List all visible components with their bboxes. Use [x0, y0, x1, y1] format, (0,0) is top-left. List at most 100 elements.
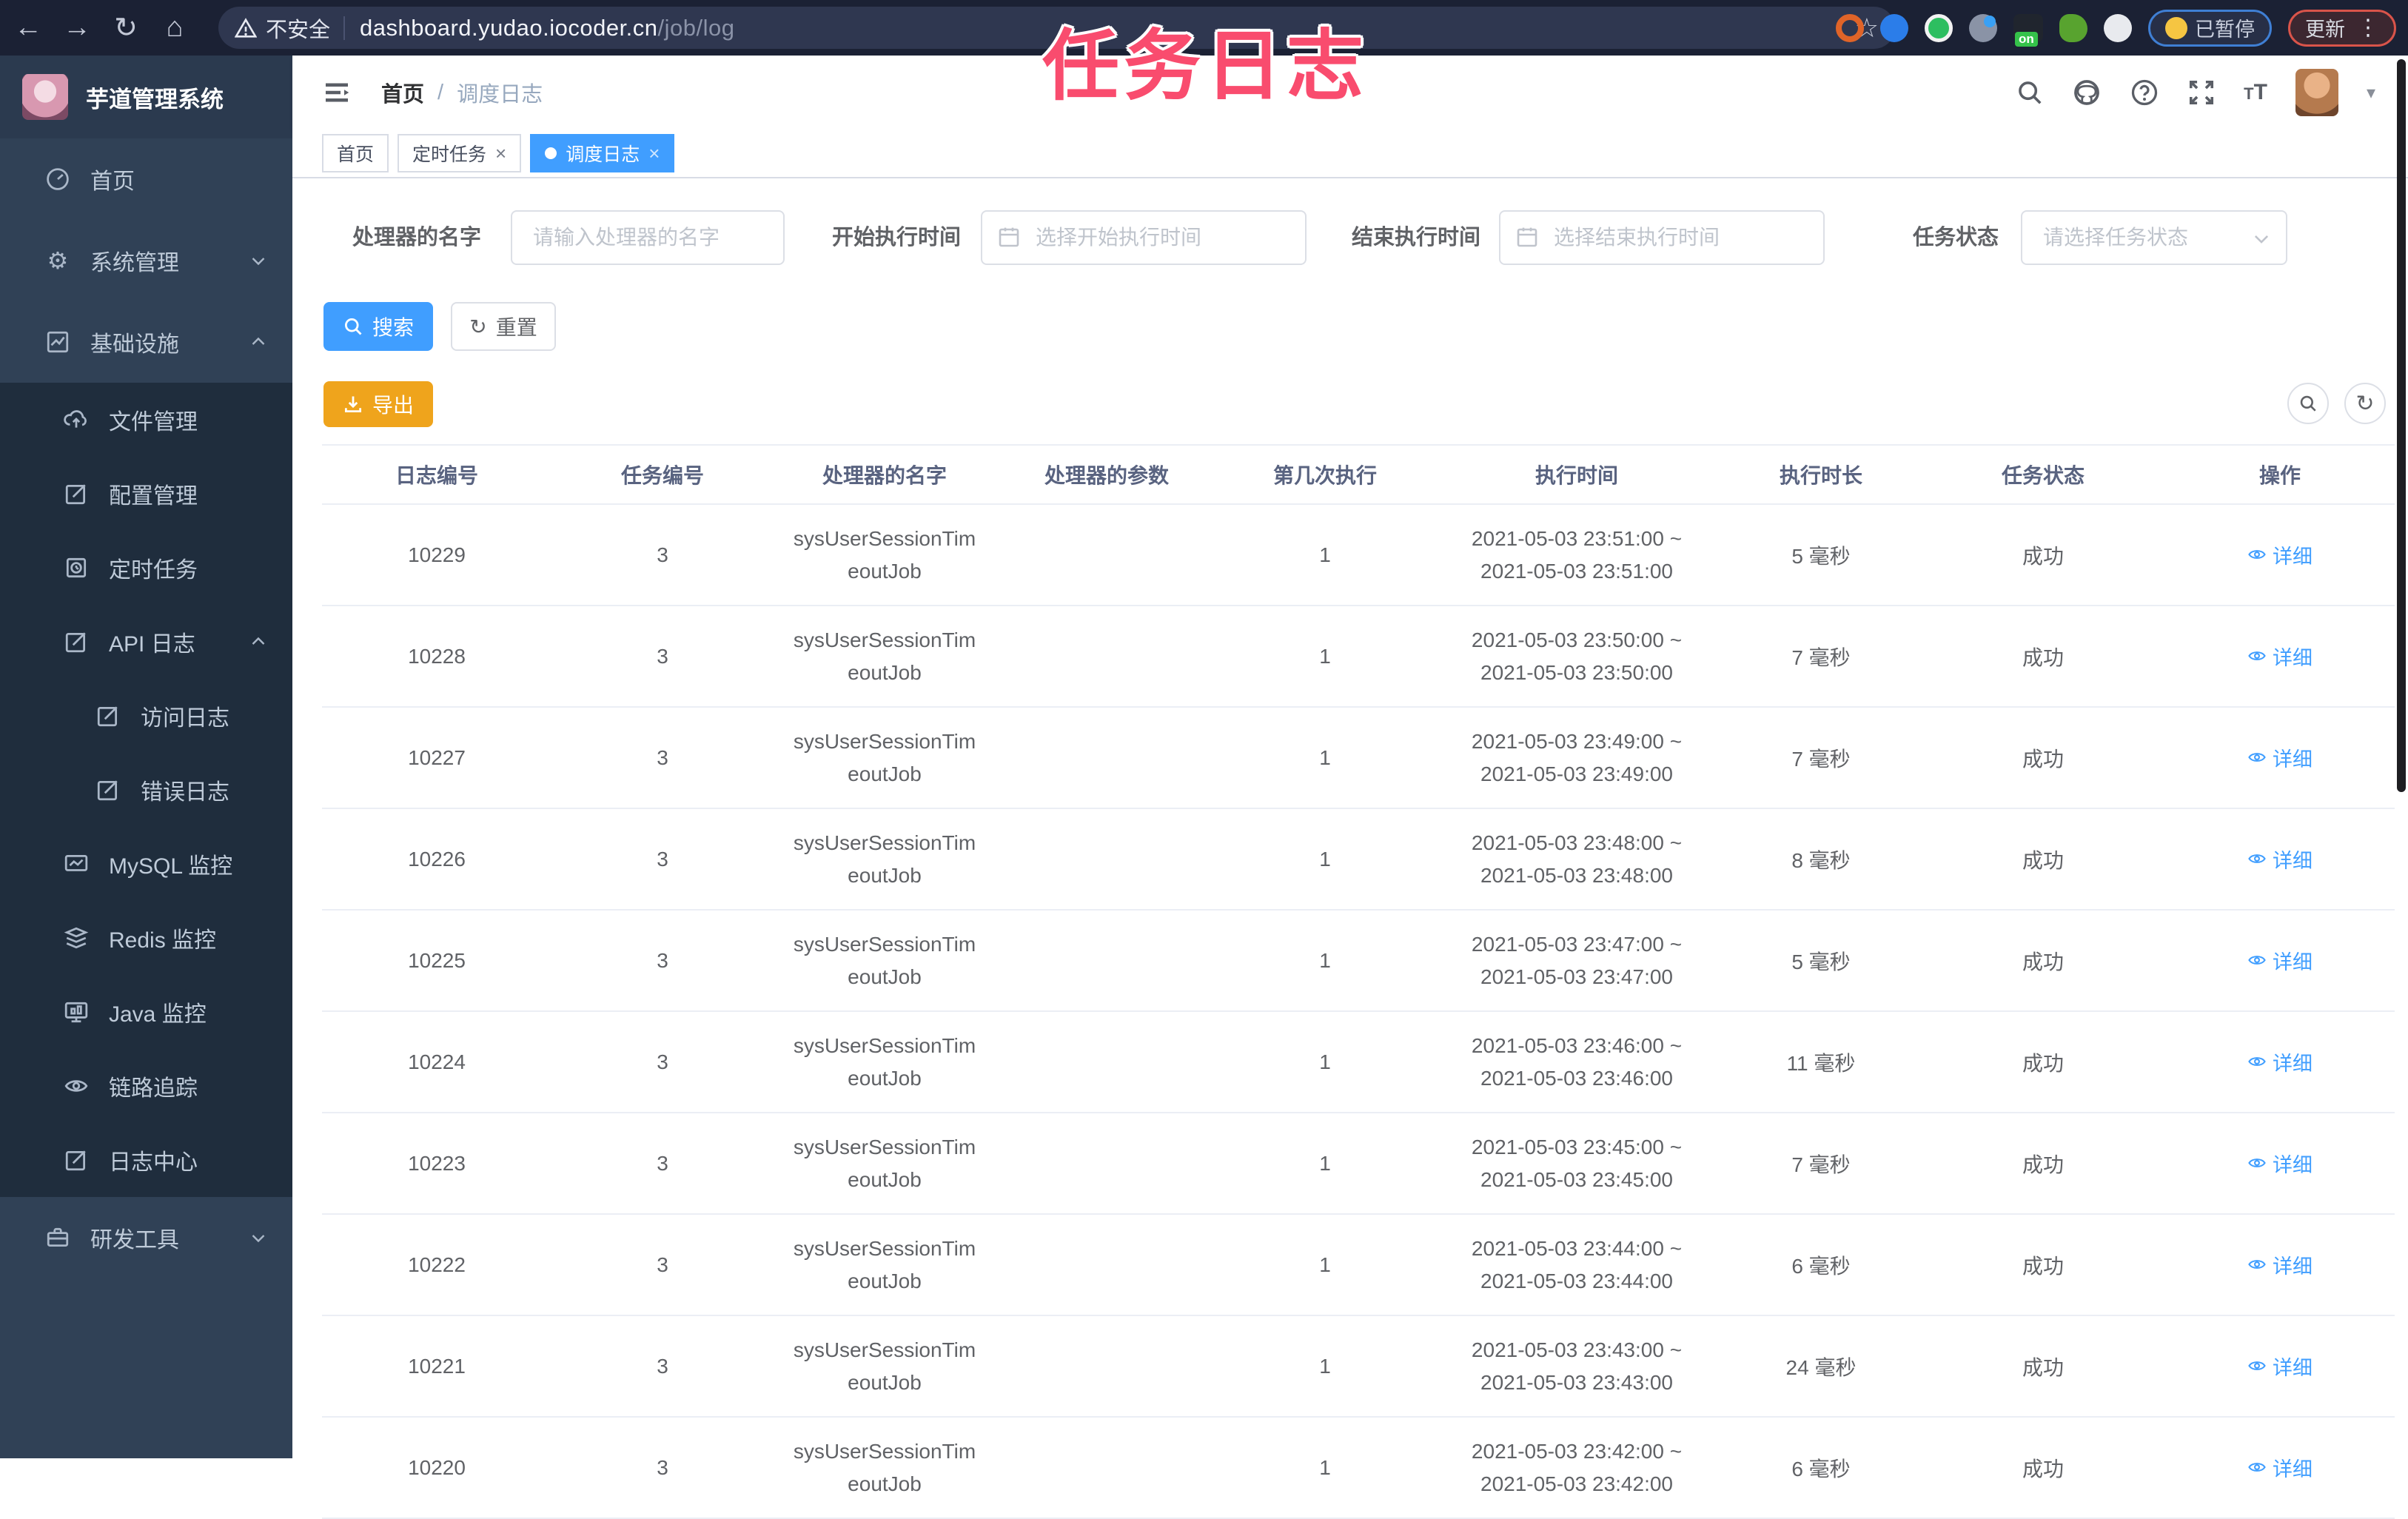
exec-time-start: 2021-05-03 23:46:00 ~: [1471, 1033, 1683, 1057]
sidebar-item-file-mgmt[interactable]: 文件管理: [0, 383, 292, 457]
exec-time-start: 2021-05-03 23:43:00 ~: [1471, 1338, 1683, 1361]
job-status-select[interactable]: [2021, 210, 2287, 265]
cell-exec-time: 2021-05-03 23:50:00 ~ 2021-05-03 23:50:0…: [1432, 606, 1721, 708]
tab-scheduled-jobs[interactable]: 定时任务 ×: [398, 134, 522, 172]
eye-icon: [63, 1073, 90, 1099]
search-button[interactable]: 搜索: [323, 302, 433, 351]
extension-orange-icon[interactable]: [1836, 13, 1864, 42]
detail-link[interactable]: 详细: [2247, 743, 2313, 772]
detail-link[interactable]: 详细: [2247, 1453, 2313, 1482]
job-status-select-wrap: [2021, 210, 2287, 265]
url-divider: [343, 16, 346, 40]
help-icon[interactable]: [2130, 78, 2159, 107]
eye-icon: [2248, 550, 2266, 560]
fullscreen-icon[interactable]: [2187, 78, 2216, 107]
security-label: 不安全: [266, 18, 331, 42]
tab-close-icon[interactable]: ×: [495, 144, 506, 163]
browser-back-icon[interactable]: ←: [7, 7, 49, 49]
handler-name-line1: sysUserSessionTim: [793, 526, 976, 550]
tab-home[interactable]: 首页: [322, 134, 389, 172]
tab-label: 调度日志: [566, 144, 640, 165]
end-time-input[interactable]: [1499, 210, 1825, 265]
cell-duration: 5 毫秒: [1721, 504, 1921, 606]
sidebar-item-config-mgmt[interactable]: 配置管理: [0, 457, 292, 531]
start-time-field-wrap: [981, 210, 1307, 265]
detail-link[interactable]: 详细: [2247, 1149, 2313, 1178]
cell-handler-param: [996, 910, 1218, 1012]
sidebar-item-label: 定时任务: [109, 558, 198, 583]
handler-name-line2: eoutJob: [848, 762, 922, 785]
scrollbar-thumb[interactable]: [2397, 59, 2406, 792]
extension-grid-icon[interactable]: [1969, 13, 1997, 42]
cell-exec-count: 1: [1218, 1417, 1432, 1519]
sidebar-item-infrastructure[interactable]: 基础设施: [0, 301, 292, 383]
detail-link-label: 详细: [2273, 748, 2313, 771]
sidebar-item-access-log[interactable]: 访问日志: [0, 679, 292, 753]
cell-status: 成功: [1921, 910, 2165, 1012]
exec-time-start: 2021-05-03 23:49:00 ~: [1471, 729, 1683, 753]
hamburger-icon[interactable]: [322, 78, 352, 107]
sidebar-item-system-mgmt[interactable]: ⚙ 系统管理: [0, 220, 292, 301]
tab-close-icon[interactable]: ×: [648, 144, 660, 163]
tab-job-log[interactable]: 调度日志 ×: [530, 134, 675, 172]
browser-home-icon[interactable]: ⌂: [154, 7, 195, 49]
export-button[interactable]: 导出: [323, 381, 433, 427]
start-time-label: 开始执行时间: [831, 226, 961, 249]
detail-link[interactable]: 详细: [2247, 1047, 2313, 1076]
handler-name-input[interactable]: [511, 210, 785, 265]
detail-link[interactable]: 详细: [2247, 1352, 2313, 1381]
cell-task-id: 3: [551, 504, 774, 606]
extension-switch-icon[interactable]: on: [2013, 13, 2043, 47]
eye-icon: [2248, 1463, 2266, 1472]
avatar-caret-icon[interactable]: ▾: [2367, 82, 2375, 104]
detail-link[interactable]: 详细: [2247, 1250, 2313, 1279]
url-text[interactable]: dashboard.yudao.iocoder.cn/job/log: [360, 15, 734, 41]
exec-time-start: 2021-05-03 23:51:00 ~: [1471, 526, 1683, 550]
cell-status: 成功: [1921, 606, 2165, 708]
handler-name-line2: eoutJob: [848, 863, 922, 887]
sidebar-item-label: Redis 监控: [109, 928, 217, 953]
browser-reload-icon[interactable]: ↻: [105, 7, 147, 49]
update-button[interactable]: 更新 ⋮: [2288, 9, 2396, 47]
detail-link[interactable]: 详细: [2247, 540, 2313, 569]
on-badge: on: [2015, 31, 2038, 47]
sidebar-item-log-center[interactable]: 日志中心: [0, 1123, 292, 1197]
toggle-search-button[interactable]: [2287, 383, 2329, 424]
start-time-input[interactable]: [981, 210, 1307, 265]
extension-leaf-icon[interactable]: [2059, 13, 2087, 42]
sidebar-item-redis-monitor[interactable]: Redis 监控: [0, 901, 292, 975]
search-icon[interactable]: [2016, 78, 2044, 107]
handler-name-line2: eoutJob: [848, 1370, 922, 1394]
exec-time-start: 2021-05-03 23:45:00 ~: [1471, 1135, 1683, 1158]
detail-link[interactable]: 详细: [2247, 642, 2313, 671]
browser-menu-icon[interactable]: ⋮: [2357, 15, 2379, 41]
user-avatar[interactable]: [2295, 69, 2338, 116]
breadcrumb-home[interactable]: 首页: [381, 77, 424, 108]
extension-puzzle-icon[interactable]: [2104, 13, 2132, 42]
detail-link[interactable]: 详细: [2247, 946, 2313, 975]
sidebar-item-scheduled-jobs[interactable]: 定时任务: [0, 531, 292, 605]
cell-duration: 8 毫秒: [1721, 808, 1921, 911]
refresh-table-button[interactable]: ↻: [2344, 383, 2386, 424]
github-icon[interactable]: [2072, 78, 2102, 107]
chevron-up-icon: [249, 333, 267, 351]
reset-button[interactable]: ↻ 重置: [451, 302, 556, 351]
sidebar-item-error-log[interactable]: 错误日志: [0, 753, 292, 827]
sidebar-item-trace[interactable]: 链路追踪: [0, 1049, 292, 1123]
sidebar-item-java-monitor[interactable]: Java 监控: [0, 975, 292, 1049]
sidebar-item-api-log[interactable]: API 日志: [0, 605, 292, 679]
app-logo-row[interactable]: 芋道管理系统: [0, 56, 292, 138]
sidebar-item-home[interactable]: 首页: [0, 138, 292, 220]
infrastructure-icon: [44, 329, 71, 355]
font-size-icon[interactable]: TT: [2244, 80, 2267, 105]
extension-blue-icon[interactable]: [1880, 13, 1908, 42]
detail-link[interactable]: 详细: [2247, 845, 2313, 873]
extension-green-check-icon[interactable]: [1925, 13, 1953, 42]
sidebar-item-dev-tools[interactable]: 研发工具: [0, 1197, 292, 1278]
cell-actions: 详细: [2165, 707, 2395, 809]
handler-name-line1: sysUserSessionTim: [793, 1135, 976, 1158]
cell-handler-name: sysUserSessionTim eoutJob: [774, 1315, 996, 1418]
browser-forward-icon[interactable]: →: [56, 7, 98, 49]
sidebar-item-mysql-monitor[interactable]: MySQL 监控: [0, 827, 292, 901]
paused-badge[interactable]: 已暂停: [2148, 9, 2272, 47]
